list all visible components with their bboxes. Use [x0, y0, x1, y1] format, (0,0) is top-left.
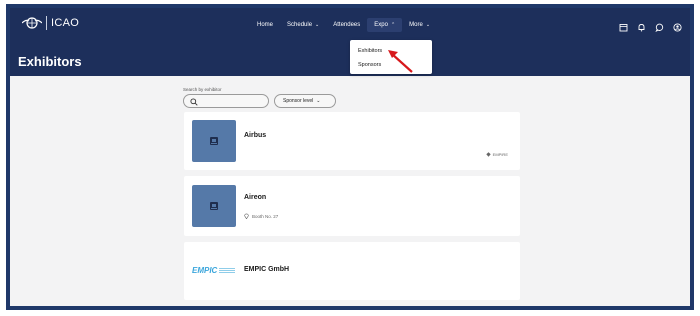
location-pin-icon	[244, 213, 249, 219]
nav-item-home[interactable]: Home	[250, 18, 280, 32]
nav-item-schedule[interactable]: Schedule ⌄	[280, 18, 326, 32]
sponsor-level-label: Sponsor level	[283, 98, 314, 104]
page-title: Exhibitors	[18, 54, 82, 69]
exhibitor-card-empic[interactable]: EMPIC EMPIC GmbH	[184, 242, 520, 300]
nav-item-attendees[interactable]: Attendees	[326, 18, 367, 32]
logo-text: ICAO	[51, 17, 80, 29]
exhibitor-name: EMPIC GmbH	[244, 266, 290, 273]
nav-item-label: Expo	[374, 22, 388, 28]
chat-icon[interactable]	[655, 19, 664, 33]
nav-item-expo[interactable]: Expo ⌃	[367, 18, 403, 32]
empic-logo-bars	[219, 267, 236, 274]
empic-logo-text: EMPIC	[192, 266, 218, 275]
exhibitor-card-aireon[interactable]: Aireon Booth No. 27	[184, 176, 520, 236]
nav-item-label: Home	[257, 22, 274, 28]
nav-item-more[interactable]: More ⌄	[402, 18, 437, 32]
dropdown-item-exhibitors[interactable]: Exhibitors	[358, 48, 382, 54]
emblem-icon	[22, 17, 42, 29]
sponsor-tag-label: EMPIRE	[492, 152, 508, 157]
icao-logo[interactable]: ICAO	[22, 16, 79, 30]
logo-separator	[46, 16, 47, 30]
bell-icon[interactable]	[637, 19, 646, 32]
booth-number: Booth No. 27	[252, 213, 279, 219]
nav-item-label: Attendees	[333, 22, 361, 28]
header-icons	[619, 19, 682, 33]
sponsor-level-select[interactable]: Sponsor level ⌄	[274, 94, 336, 108]
chevron-up-icon: ⌃	[390, 22, 396, 28]
calendar-icon[interactable]	[619, 19, 628, 32]
diamond-icon	[485, 152, 491, 157]
chevron-down-icon: ⌄	[315, 22, 320, 28]
search-input[interactable]	[183, 94, 269, 108]
sponsor-tag: EMPIRE	[485, 152, 508, 157]
building-icon	[210, 137, 218, 145]
exhibitor-logo-placeholder	[192, 120, 236, 162]
nav-item-label: More	[409, 22, 423, 28]
profile-icon[interactable]	[673, 19, 682, 32]
exhibitor-name: Airbus	[244, 132, 267, 139]
exhibitor-logo-placeholder	[192, 185, 236, 227]
search-icon	[190, 98, 198, 106]
annotation-arrow-icon	[388, 50, 413, 73]
chevron-down-icon: ⌄	[425, 22, 431, 28]
app-frame: ICAO Home Schedule ⌄ Attendees Expo ⌃ Mo…	[6, 4, 694, 310]
main-nav: Home Schedule ⌄ Attendees Expo ⌃ More ⌄	[250, 18, 437, 32]
chevron-down-icon: ⌄	[316, 98, 321, 104]
search-label: Search by exhibitor	[183, 87, 222, 92]
booth-info: Booth No. 27	[244, 213, 278, 219]
dropdown-item-sponsors[interactable]: Sponsors	[358, 62, 381, 68]
exhibitor-card-airbus[interactable]: Airbus EMPIRE	[184, 112, 520, 170]
nav-item-label: Schedule	[287, 22, 313, 28]
empic-logo: EMPIC	[192, 266, 236, 275]
exhibitor-name: Aireon	[244, 194, 267, 201]
building-icon	[210, 202, 218, 210]
